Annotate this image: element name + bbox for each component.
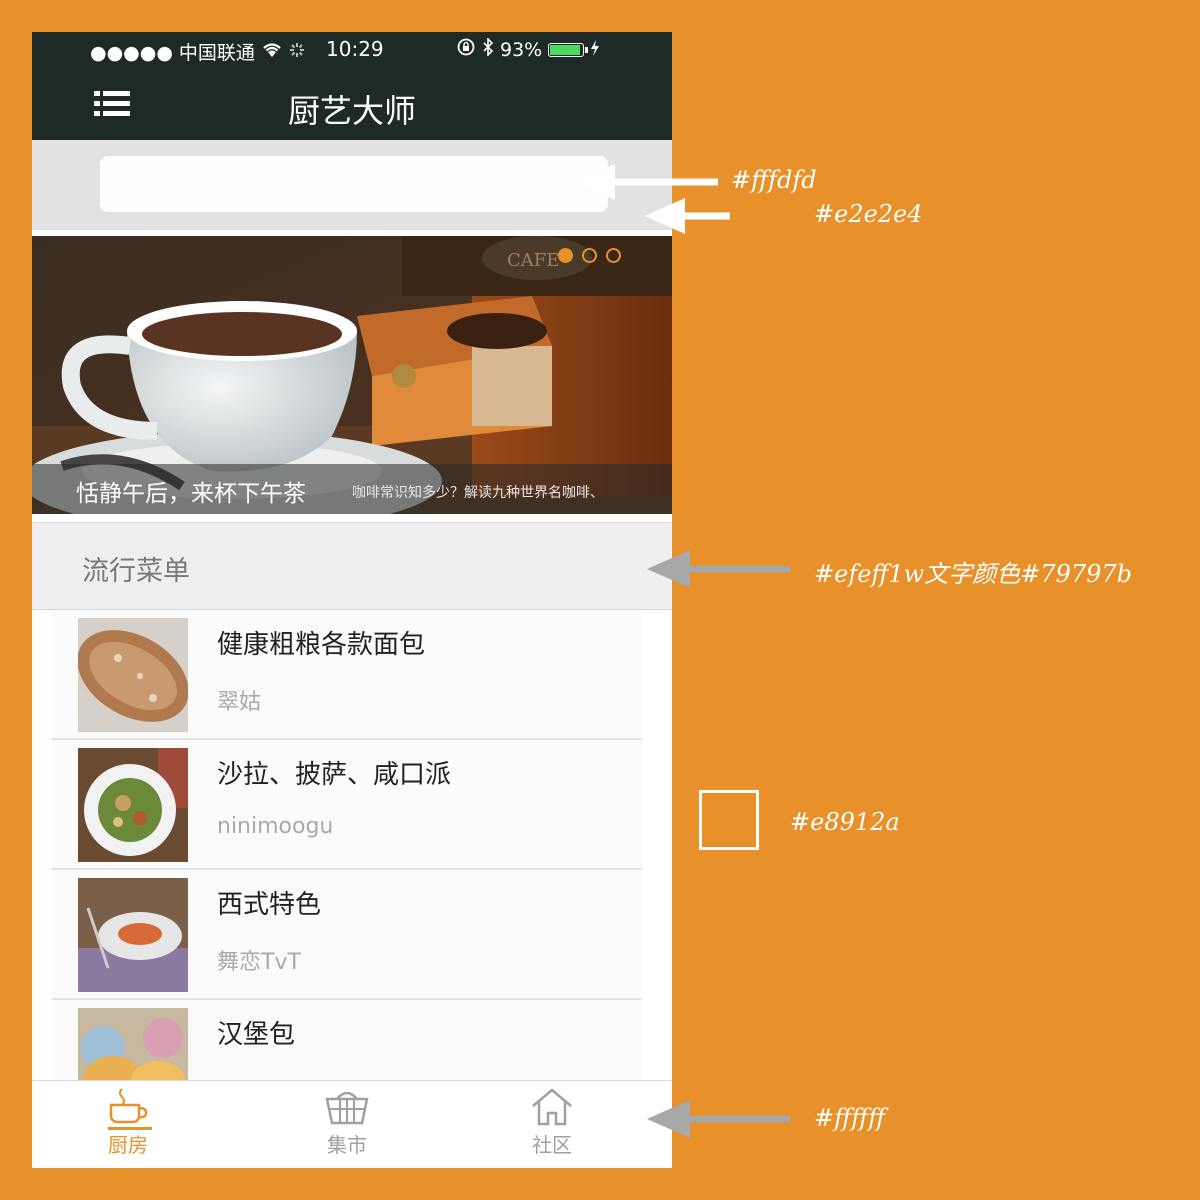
recipe-thumbnail	[78, 748, 188, 862]
recipe-item[interactable]: 健康粗粮各款面包 翠姑	[52, 610, 642, 740]
recipe-author: 翠姑	[217, 690, 262, 715]
basket-icon	[325, 1091, 369, 1125]
battery-percent: 93%	[500, 38, 543, 61]
tab-bar: 厨房 集市 社区	[32, 1080, 672, 1168]
recipe-title: 汉堡包	[217, 1020, 296, 1050]
banner-title: 恬静午后，来杯下午茶	[76, 481, 306, 507]
rotation-lock-icon	[456, 38, 476, 61]
battery-icon	[548, 42, 589, 57]
section-header: 流行菜单	[32, 522, 672, 610]
navigation-bar: 厨艺大师	[32, 68, 672, 140]
recipe-item[interactable]: 沙拉、披萨、咸口派 ninimoogu	[52, 740, 642, 870]
tab-kitchen[interactable]: 厨房	[68, 1087, 188, 1158]
banner-caption: 恬静午后，来杯下午茶 咖啡常识知多少？解读九种世界名咖啡、	[32, 464, 672, 514]
annotation-arrow-section	[647, 550, 790, 588]
recipe-author: 舞恋TvT	[217, 950, 301, 975]
color-swatch	[699, 790, 759, 850]
annotation-page-bg: #e8912a	[790, 808, 900, 836]
tab-market[interactable]: 集市	[287, 1087, 407, 1158]
recipe-thumbnail	[78, 618, 188, 732]
tab-label: 厨房	[108, 1133, 148, 1157]
recipe-title: 沙拉、披萨、咸口派	[217, 760, 452, 790]
recipe-title: 西式特色	[217, 890, 322, 920]
wifi-icon	[261, 41, 283, 63]
featured-banner[interactable]: CAFE 恬静午后，来杯下午茶 咖啡常识知多少？解读九种世界名咖啡、	[32, 236, 672, 514]
status-bar: ●●●●● 中国联通 10:29 93%	[32, 32, 672, 68]
loading-icon	[289, 41, 305, 63]
bluetooth-icon	[482, 37, 494, 61]
home-icon	[532, 1088, 572, 1126]
charging-icon	[590, 39, 600, 61]
page-dot[interactable]	[582, 248, 597, 263]
annotation-search-bg: #e2e2e4	[814, 200, 923, 228]
tab-label: 集市	[327, 1133, 367, 1157]
banner-page-indicator[interactable]	[558, 248, 621, 263]
svg-text:CAFE: CAFE	[507, 250, 559, 271]
coffee-cup-icon	[109, 1088, 148, 1124]
recipe-title: 健康粗粮各款面包	[217, 630, 426, 660]
recipe-list: 健康粗粮各款面包 翠姑 沙拉、披萨、咸口派 ninimoogu 西式特色 舞恋T…	[52, 610, 642, 1080]
page-dot[interactable]	[606, 248, 621, 263]
search-input[interactable]	[100, 156, 608, 212]
annotation-arrows-top	[575, 164, 730, 234]
page-dot[interactable]	[558, 248, 573, 263]
recipe-item[interactable]: 西式特色 舞恋TvT	[52, 870, 642, 1000]
status-time: 10:29	[326, 37, 384, 61]
page-title: 厨艺大师	[287, 92, 416, 130]
recipe-item[interactable]: 汉堡包	[52, 1000, 642, 1080]
recipe-thumbnail	[78, 1008, 188, 1080]
tab-label: 社区	[532, 1133, 572, 1157]
banner-subtitle: 咖啡常识知多少？解读九种世界名咖啡、	[352, 485, 604, 501]
recipe-author: ninimoogu	[217, 814, 334, 839]
status-left: ●●●●● 中国联通	[90, 38, 305, 65]
annotation-arrow-tabbar	[647, 1100, 790, 1138]
annotation-section-header: #efeff1w文字颜色#79797b	[814, 560, 1133, 588]
recipe-thumbnail	[78, 878, 188, 992]
tab-active-indicator	[108, 1127, 152, 1130]
status-right: 93%	[456, 37, 600, 61]
carrier-label: ●●●●● 中国联通	[90, 42, 255, 64]
tab-community[interactable]: 社区	[492, 1087, 612, 1158]
annotation-tabbar: #ffffff	[814, 1104, 886, 1132]
annotation-search-field: #fffdfd	[731, 166, 817, 194]
section-title: 流行菜单	[82, 556, 190, 587]
